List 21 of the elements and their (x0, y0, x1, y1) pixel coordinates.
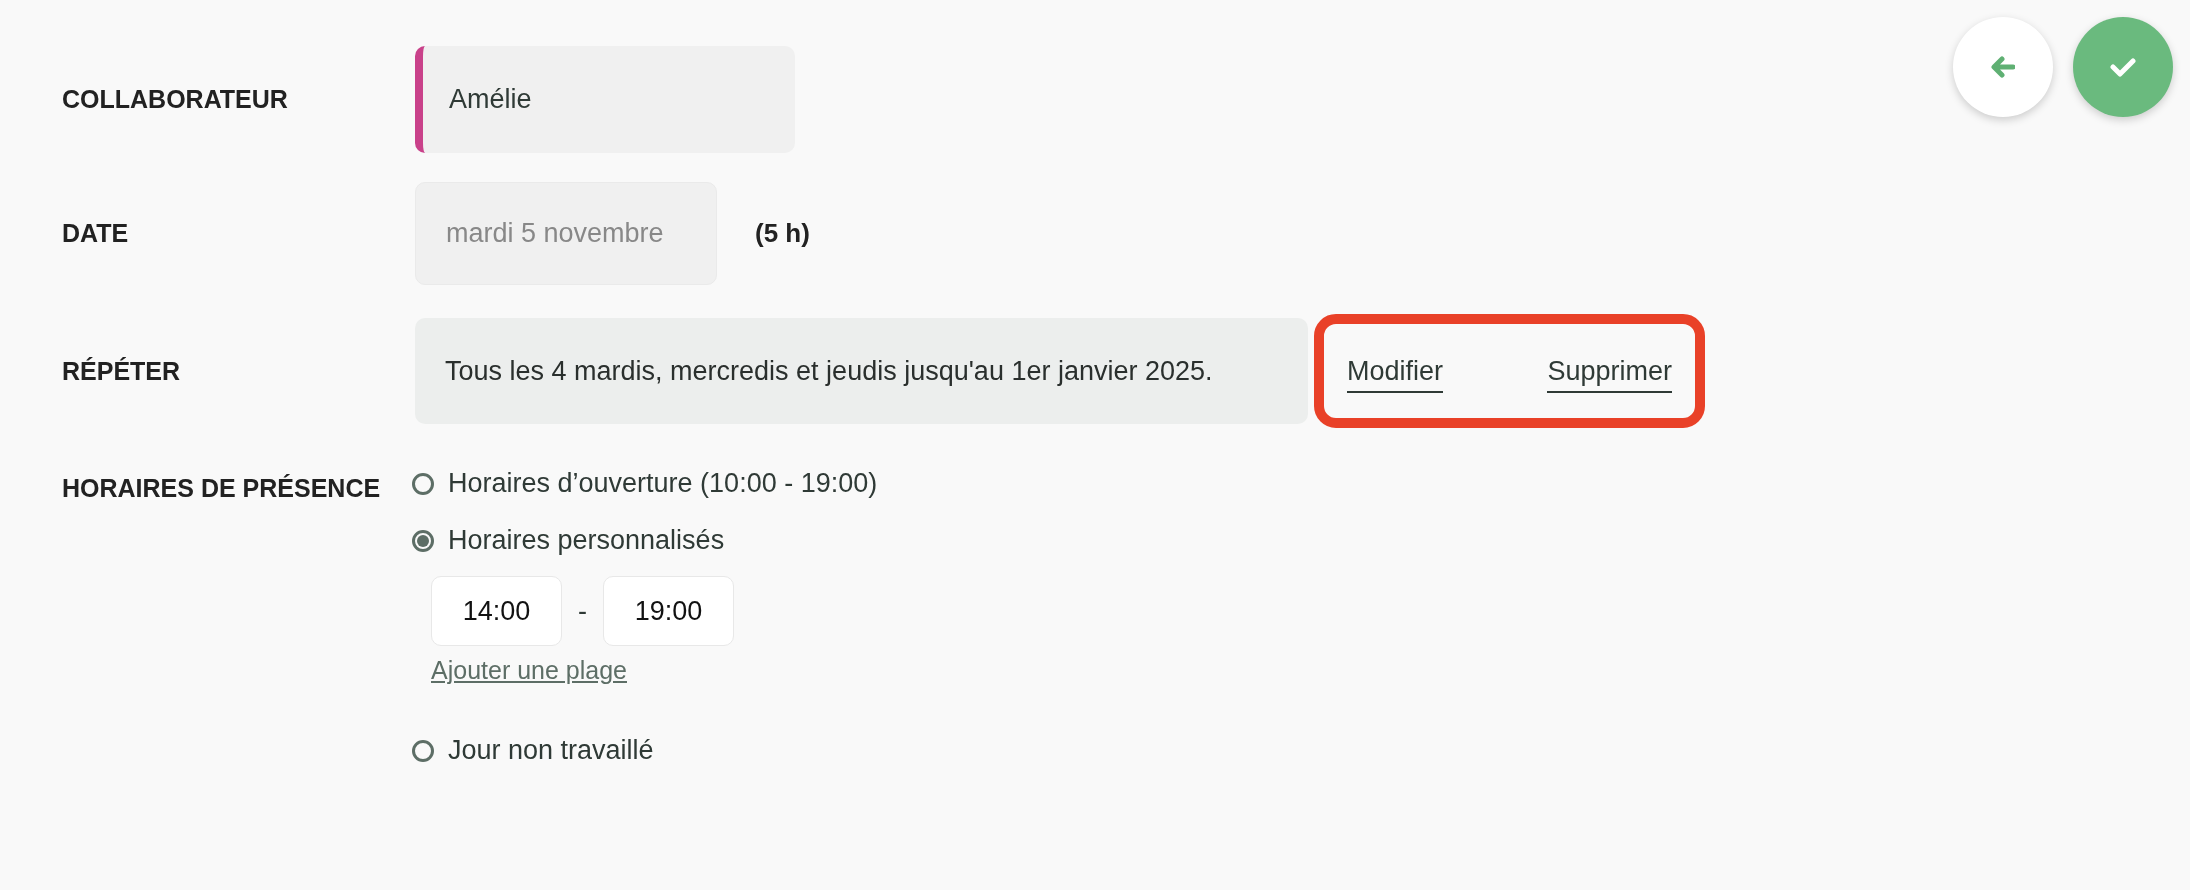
radio-button[interactable] (412, 739, 434, 762)
duration-text: (5 h) (755, 218, 810, 249)
field-label: HORAIRES DE PRÉSENCE (62, 474, 382, 503)
range-separator: - (577, 595, 588, 627)
radio-button[interactable] (412, 529, 434, 552)
option-label: Horaires d’ouverture (10:00 - 19:00) (448, 468, 878, 499)
add-range-link[interactable]: Ajouter une plage (431, 656, 627, 685)
repeat-summary: Tous les 4 mardis, mercredis et jeudis jusqu'au 1er janvier 2025. (415, 318, 1308, 424)
field-label: COLLABORATEUR (62, 85, 289, 114)
end-time-field[interactable]: 19:00 (603, 576, 734, 646)
option-label: Jour non travaillé (448, 735, 654, 766)
radio-button[interactable] (412, 472, 434, 495)
action-link[interactable]: Modifier (1347, 355, 1444, 393)
checkmark-icon (2110, 57, 2136, 77)
start-time-field[interactable]: 14:00 (431, 576, 562, 646)
action-link[interactable]: Supprimer (1547, 355, 1672, 393)
arrow-left-icon (1991, 56, 2015, 78)
field-label: RÉPÉTER (62, 356, 182, 386)
field-label: DATE (62, 219, 130, 248)
option-label: Horaires personnalisés (448, 525, 725, 556)
collaborator-field[interactable]: Amélie (415, 46, 795, 153)
